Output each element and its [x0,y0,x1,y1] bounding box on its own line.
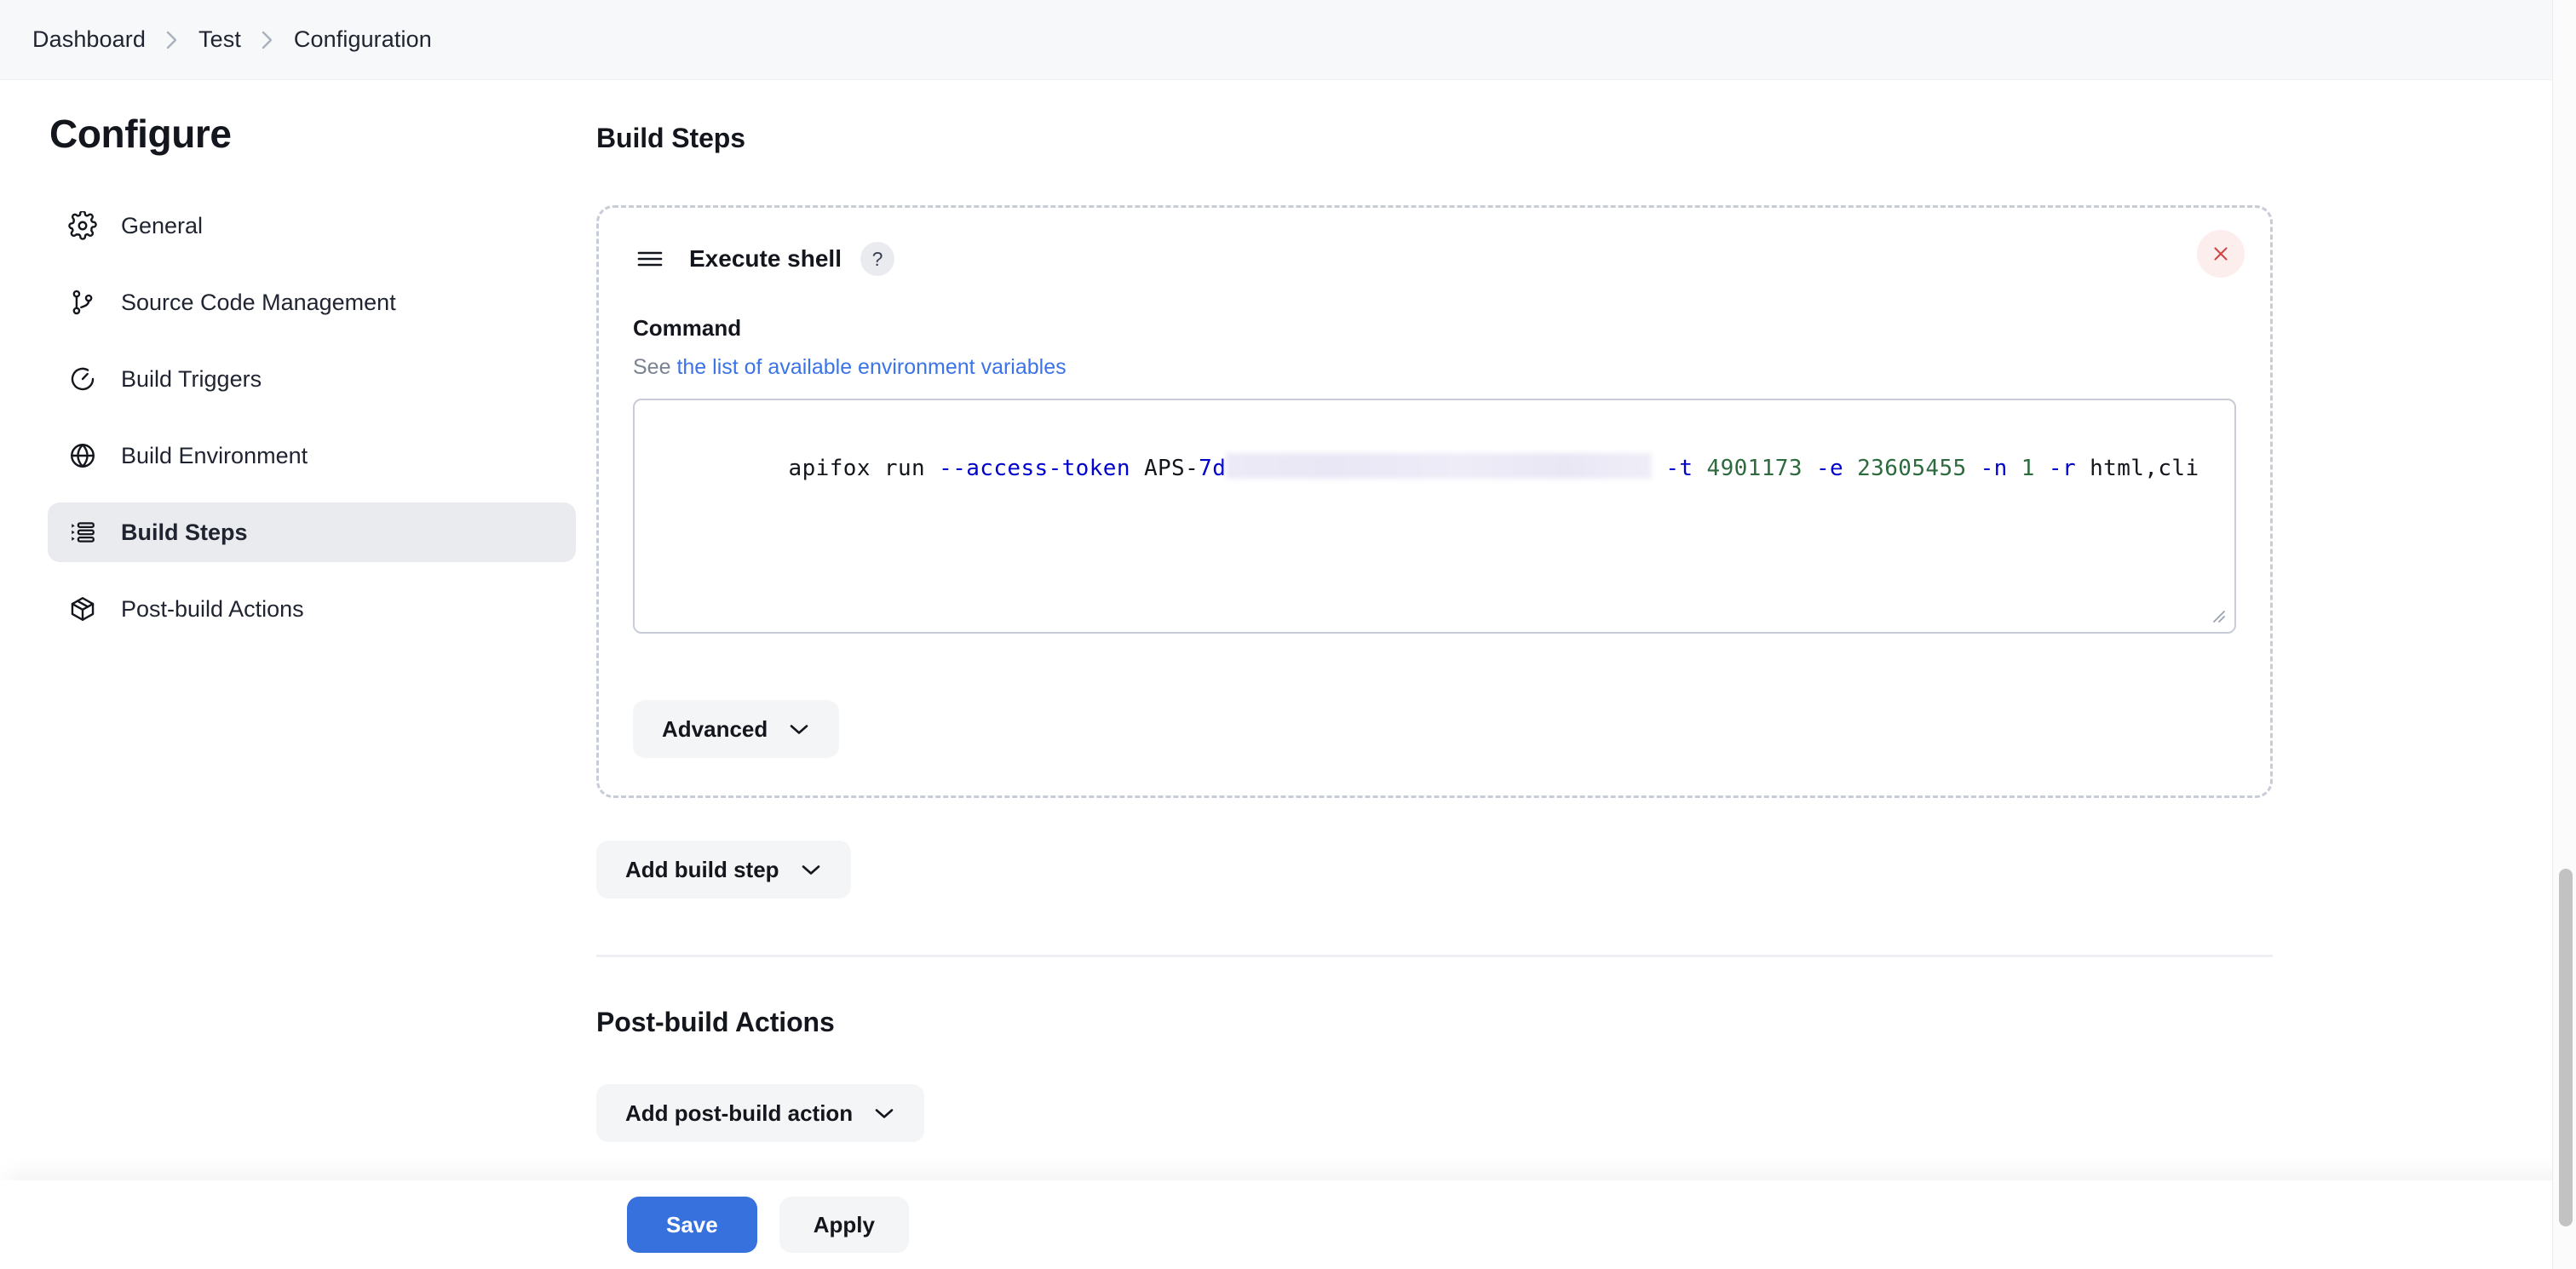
code-token: 7d [1199,456,1226,481]
command-help-text: See the list of available environment va… [633,355,2236,380]
breadcrumb-item-test[interactable]: Test [198,26,241,53]
code-token: -r [2049,456,2076,481]
add-post-build-action-label: Add post-build action [625,1100,853,1127]
code-token [1967,456,1981,481]
help-icon[interactable]: ? [860,242,894,276]
section-divider [596,955,2273,957]
redacted-token-icon [1226,453,1652,479]
build-step-header: Execute shell ? [633,237,2236,281]
code-token: -n [1981,456,2008,481]
code-token [1652,456,1665,481]
breadcrumb-item-dashboard[interactable]: Dashboard [32,26,146,53]
code-token: 1 [2021,456,2035,481]
command-label: Command [633,315,2236,342]
sidebar-item-label: Source Code Management [121,290,396,316]
code-token: --access-token [939,456,1130,481]
page-scrollbar[interactable] [2552,0,2576,1269]
code-token: html,cli [2076,456,2199,481]
command-help-prefix: See [633,355,670,379]
chevron-right-icon [260,28,275,52]
code-token: APS- [1130,456,1199,481]
code-token [2008,456,2021,481]
code-token: -t [1665,456,1693,481]
sidebar-item-label: Build Triggers [121,366,262,393]
code-token [1693,456,1706,481]
chevron-right-icon [164,28,180,52]
command-code-line: apifox run --access-token APS-7d -t 4901… [652,417,2214,520]
build-step-title: Execute shell [689,245,842,273]
sidebar-item-build-environment[interactable]: Build Environment [48,426,576,485]
sidebar-item-label: Build Environment [121,443,308,469]
build-step-card: Execute shell ? Command See the list of … [596,205,2273,798]
advanced-section: Advanced [633,700,2236,758]
code-token: -e [1816,456,1843,481]
sidebar-item-general[interactable]: General [48,196,576,256]
code-token: 23605455 [1857,456,1966,481]
breadcrumb: Dashboard Test Configuration [0,0,2576,80]
command-textarea[interactable]: apifox run --access-token APS-7d -t 4901… [633,399,2236,634]
resize-handle-icon[interactable] [2205,603,2228,625]
form-action-bar: Save Apply [0,1180,2576,1269]
advanced-button[interactable]: Advanced [633,700,839,758]
gear-icon [65,208,101,244]
add-build-step-button[interactable]: Add build step [596,841,851,899]
save-button[interactable]: Save [627,1197,757,1253]
advanced-button-label: Advanced [662,716,768,743]
git-branch-icon [65,284,101,320]
code-token [2035,456,2049,481]
code-token: apifox run [789,456,940,481]
scrollbar-thumb[interactable] [2559,869,2573,1226]
sidebar-item-post-build-actions[interactable]: Post-build Actions [48,579,576,639]
configure-sidebar: Configure General Source Code [0,111,596,656]
main-content: Build Steps Execute shell ? Command See [596,111,2576,1142]
chevron-down-icon [788,721,810,737]
sidebar-item-source-code-management[interactable]: Source Code Management [48,273,576,332]
code-token [1843,456,1857,481]
sidebar-item-build-steps[interactable]: Build Steps [48,502,576,562]
list-steps-icon [65,514,101,550]
environment-variables-link[interactable]: the list of available environment variab… [676,355,1066,379]
chevron-down-icon [873,1105,895,1121]
page-title: Configure [49,111,596,157]
code-token: 4901173 [1707,456,1803,481]
post-build-actions-heading: Post-build Actions [596,1007,2474,1038]
sidebar-item-label: Post-build Actions [121,596,304,623]
chevron-down-icon [800,862,822,877]
page-body: Configure General Source Code [0,80,2576,1142]
build-steps-heading: Build Steps [596,123,2474,154]
clock-icon [65,361,101,397]
breadcrumb-item-configuration[interactable]: Configuration [294,26,432,53]
code-token [1803,456,1816,481]
package-icon [65,591,101,627]
add-post-build-action-section: Add post-build action [596,1084,2474,1142]
add-build-step-label: Add build step [625,857,779,883]
apply-button[interactable]: Apply [779,1197,909,1253]
drag-handle-icon[interactable] [633,242,667,276]
globe-icon [65,438,101,474]
add-post-build-action-button[interactable]: Add post-build action [596,1084,924,1142]
sidebar-item-label: General [121,213,203,239]
add-build-step-section: Add build step [596,841,2474,899]
sidebar-item-build-triggers[interactable]: Build Triggers [48,349,576,409]
sidebar-item-label: Build Steps [121,520,248,546]
delete-step-button[interactable] [2197,230,2245,278]
